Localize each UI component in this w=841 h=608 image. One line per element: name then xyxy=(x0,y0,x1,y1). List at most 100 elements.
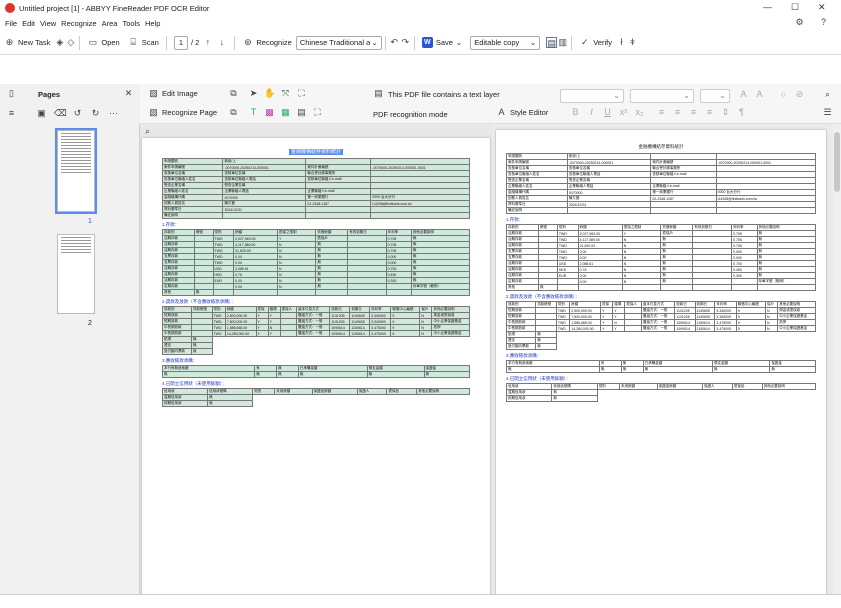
pages-icon[interactable]: ▯ xyxy=(6,88,17,99)
chevron-down-icon: ⌄ xyxy=(371,37,378,47)
chevron-down-icon: ⌄ xyxy=(683,91,690,100)
receivables-table: 本行有無追索權有無已承購金額 預支金額 保證金無無無無無無 xyxy=(161,365,471,378)
open-button[interactable]: ▭ Open xyxy=(83,37,123,48)
recognize-button[interactable]: ⊛ Recognize xyxy=(238,37,295,48)
rotate-right-icon[interactable]: ↻ xyxy=(90,108,101,119)
table-cell: 中小企業保證基金 xyxy=(777,325,816,332)
page-thumbnail-2[interactable] xyxy=(57,234,95,314)
undo-icon[interactable]: ↶ xyxy=(389,37,400,48)
area-select-icon[interactable]: ⛶ xyxy=(312,107,323,118)
paste-icon[interactable]: ⧉ xyxy=(228,107,239,118)
table-cell xyxy=(660,284,694,291)
verify-button[interactable]: ✓ Verify xyxy=(575,37,616,48)
rotate-left-icon[interactable]: ↺ xyxy=(72,108,83,119)
table-cell: 墊付國內票款 xyxy=(505,343,537,350)
image-view[interactable]: ⌕ 金融機構結存資料統計 申請類別 新設/上 案件申請編號 -0070000-2025… xyxy=(140,124,492,594)
text-view-icon[interactable]: ▥ xyxy=(557,37,568,48)
table-header-cell: 保證金餘額 xyxy=(311,388,358,395)
list-icon[interactable]: ≡ xyxy=(6,108,17,119)
copy-mode-select[interactable]: Editable copy ⌄ xyxy=(470,35,541,50)
table-cell: 備註說明 xyxy=(161,212,224,219)
image-view-icon[interactable]: ▤ xyxy=(546,37,558,48)
arrow-up-icon[interactable]: ↑ xyxy=(202,37,213,48)
table-header-cell: 擔保品 xyxy=(386,388,418,395)
recognize-page-button[interactable]: ▧ Recognize Page xyxy=(144,107,221,118)
format-clear-icon[interactable]: ǂ xyxy=(627,37,638,48)
menu-file[interactable]: File xyxy=(5,19,17,28)
menu-recognize[interactable]: Recognize xyxy=(61,19,96,28)
panel-toggle-icon[interactable]: ☰ xyxy=(822,107,833,118)
table-cell: 無 xyxy=(535,343,557,350)
bold-icon[interactable]: B xyxy=(570,107,581,118)
vertical-scrollbar[interactable] xyxy=(833,124,841,594)
settings-gear-icon[interactable]: ⚙ xyxy=(794,17,805,28)
maximize-button[interactable]: ☐ xyxy=(791,2,799,13)
text-area-icon[interactable]: T xyxy=(248,107,259,118)
select-area-icon[interactable]: ⛶ xyxy=(296,88,307,99)
align-center-icon[interactable]: ≡ xyxy=(672,107,683,118)
arrow-down-icon[interactable]: ↓ xyxy=(216,37,227,48)
language-select[interactable]: Chinese Traditional an ⌄ xyxy=(295,35,382,50)
help-icon[interactable]: ? xyxy=(818,17,829,28)
fit-icon[interactable]: ⤧ xyxy=(280,88,291,99)
layers-down-icon[interactable]: ◇ xyxy=(65,37,76,48)
delete-icon[interactable]: ⌫ xyxy=(54,108,67,119)
text-view[interactable]: 金融機構結存資料統計 申請類別 新設/上 案件申請編號 -0070000-202502… xyxy=(492,124,833,600)
italic-icon[interactable]: I xyxy=(586,107,597,118)
zoom-lens-icon[interactable]: ⌕ xyxy=(142,126,153,137)
justify-icon[interactable]: ≡ xyxy=(704,107,715,118)
format-icon[interactable]: ł xyxy=(616,37,627,48)
zoom-icon[interactable]: ⌕ xyxy=(822,89,833,100)
edit-image-button[interactable]: ▨ Edit Image xyxy=(144,88,202,99)
save-button[interactable]: W Save ⌄ xyxy=(418,37,466,48)
language-value: Chinese Traditional an xyxy=(299,37,370,47)
more-icon[interactable]: ⋯ xyxy=(108,108,119,119)
menu-edit[interactable]: Edit xyxy=(22,19,35,28)
style-editor-button[interactable]: A Style Editor xyxy=(492,107,552,118)
scan-button[interactable]: ⌸ Scan xyxy=(124,37,163,48)
page-thumbnail-1[interactable] xyxy=(55,128,97,214)
paragraph-icon[interactable]: ¶ xyxy=(736,107,747,118)
font-family-select[interactable]: ⌄ xyxy=(560,89,624,103)
loan-row: 墊付國內票款無 xyxy=(162,348,470,355)
menu-view[interactable]: View xyxy=(40,19,56,28)
search-icon[interactable]: ○ xyxy=(778,89,789,100)
copy-icon[interactable]: ⧉ xyxy=(228,88,239,99)
table-cell xyxy=(715,207,817,214)
layers-icon[interactable]: ◈ xyxy=(54,37,65,48)
menu-help[interactable]: Help xyxy=(145,19,160,28)
underline-icon[interactable]: U xyxy=(602,107,613,118)
text-section-loans: 2.貸款及放款（不含應收帳款承購）： xyxy=(506,294,580,299)
scroll-thumb[interactable] xyxy=(834,132,840,192)
style-editor-label: Style Editor xyxy=(510,108,549,117)
menu-area[interactable]: Area xyxy=(102,19,118,28)
font-grow-icon[interactable]: A xyxy=(738,89,749,100)
new-task-button[interactable]: ⊕ New Task xyxy=(0,37,54,48)
font-size-select[interactable]: ⌄ xyxy=(700,89,730,103)
align-left-icon[interactable]: ≡ xyxy=(656,107,667,118)
pointer-icon[interactable]: ➤ xyxy=(248,88,259,99)
font-style-select[interactable]: ⌄ xyxy=(630,89,694,103)
redo-icon[interactable]: ↷ xyxy=(400,37,411,48)
close-button[interactable]: ✕ xyxy=(818,2,826,13)
recognized-text-page[interactable]: 金融機構結存資料統計 申請類別 新設/上 案件申請編號 -0070000-202502… xyxy=(496,130,826,600)
link-icon[interactable]: ⊘ xyxy=(794,89,805,100)
close-pages-icon[interactable]: ✕ xyxy=(123,88,134,99)
picture-area-icon[interactable]: ▩ xyxy=(264,107,275,118)
superscript-icon[interactable]: x² xyxy=(618,107,629,118)
subscript-icon[interactable]: x₂ xyxy=(634,107,645,118)
minimize-button[interactable]: — xyxy=(763,2,772,12)
align-right-icon[interactable]: ≡ xyxy=(688,107,699,118)
line-spacing-icon[interactable]: ⇕ xyxy=(720,107,731,118)
pdf-recognition-mode[interactable]: PDF recognition mode xyxy=(373,110,448,119)
page-number-field[interactable]: 1 xyxy=(173,35,189,50)
save-page-icon[interactable]: ▣ xyxy=(36,108,47,119)
style-editor-icon: A xyxy=(498,107,505,117)
menu-tools[interactable]: Tools xyxy=(122,19,140,28)
font-shrink-icon[interactable]: A xyxy=(754,89,765,100)
verify-label: Verify xyxy=(593,38,612,47)
table-area-icon[interactable]: ▦ xyxy=(280,107,291,118)
text-deposit-table: 存款別 帳號 幣別 餘額 擔保之限制 質借餘額 有效到期日 年利率 其他必要說明 活期存款 TWD 2… xyxy=(505,224,816,291)
hand-icon[interactable]: ✋ xyxy=(264,88,275,99)
bg-area-icon[interactable]: ▤ xyxy=(296,107,307,118)
